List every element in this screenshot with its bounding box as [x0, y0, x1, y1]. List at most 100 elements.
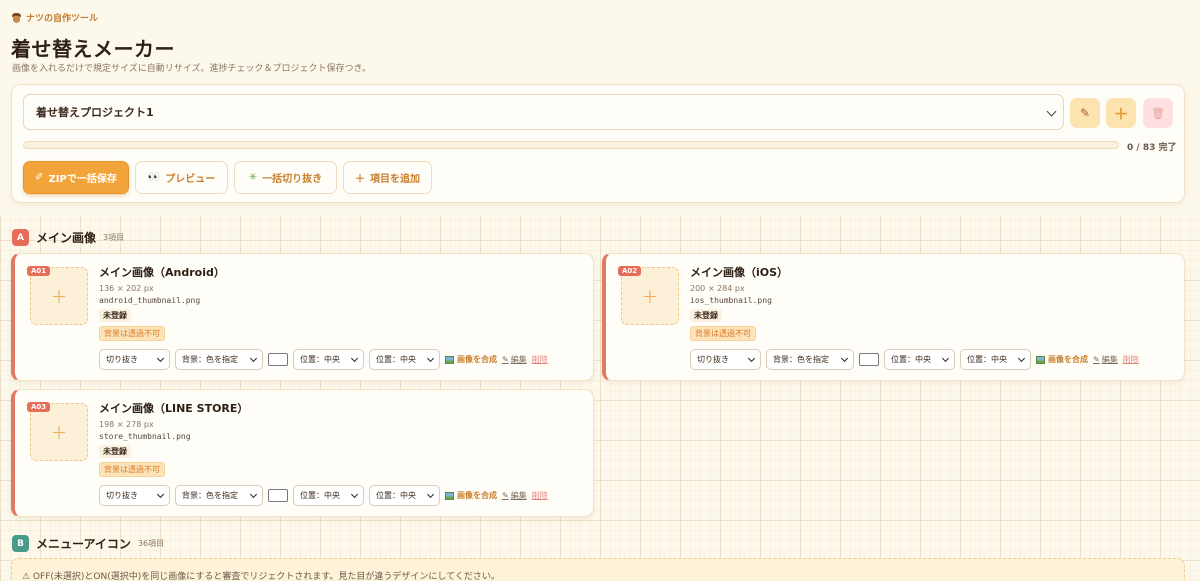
preview-label: プレビュー — [165, 174, 216, 185]
edit-link[interactable]: ✎ 編集 — [502, 354, 527, 365]
warning-badge: 背景は透過不可 — [99, 462, 165, 477]
compose-image-link[interactable]: 画像を合成 — [1036, 354, 1088, 365]
project-select-value: 着せ替えプロジェクト1 — [36, 106, 154, 119]
image-icon — [445, 355, 454, 364]
batch-crop-label: 一括切り抜き — [262, 174, 323, 185]
position-v-select[interactable]: 位置：中央 — [369, 485, 440, 506]
project-select[interactable]: 着せ替えプロジェクト1 — [23, 94, 1064, 130]
header-area: ナツの自作ツール 着せ替えメーカー 画像を入れるだけで規定サイズに自動リサイズ。… — [0, 0, 1200, 215]
image-icon — [1036, 355, 1045, 364]
pen-icon: ✐ — [35, 172, 44, 183]
delete-link[interactable]: 削除 — [1123, 354, 1139, 365]
item-card-a01: A01 + メイン画像（Android） 136 × 202 px androi… — [11, 253, 594, 381]
sparkle-icon: ✳ — [248, 172, 258, 183]
chevron-down-icon — [249, 354, 258, 363]
chevron-down-icon — [426, 490, 435, 499]
plus-icon: ＋ — [1113, 104, 1129, 123]
position-h-select[interactable]: 位置：中央 — [293, 485, 364, 506]
chevron-down-icon — [747, 354, 756, 363]
background-value: 背景：色を指定 — [773, 355, 829, 364]
position-h-select[interactable]: 位置：中央 — [884, 349, 955, 370]
item-id-badge: A02 — [618, 266, 642, 276]
page-title: 着せ替えメーカー — [11, 37, 175, 61]
background-select[interactable]: 背景：色を指定 — [175, 485, 263, 506]
chevron-down-icon — [350, 490, 359, 499]
crop-mode-value: 切り抜き — [697, 355, 729, 364]
position-h-select[interactable]: 位置：中央 — [293, 349, 364, 370]
chevron-down-icon — [156, 490, 165, 499]
edit-link[interactable]: ✎ 編集 — [502, 490, 527, 501]
background-color-picker[interactable] — [268, 353, 288, 366]
chevron-down-icon — [156, 354, 165, 363]
background-color-picker[interactable] — [859, 353, 879, 366]
background-color-picker[interactable] — [268, 489, 288, 502]
delete-project-button[interactable]: 🗑 — [1143, 98, 1173, 128]
position-v-value: 位置：中央 — [376, 491, 416, 500]
item-size: 200 × 284 px — [690, 284, 745, 293]
notice-banner: ⚠ OFF(未選択)とON(選択中)を同じ画像にすると審査でリジェクトされます。… — [11, 558, 1185, 581]
item-card-a02: A02 + メイン画像（iOS） 200 × 284 px ios_thumbn… — [602, 253, 1185, 381]
edit-label: 編集 — [510, 355, 527, 364]
section-badge: B — [12, 535, 29, 552]
compose-label: 画像を合成 — [1048, 355, 1088, 364]
section-count: 3項目 — [103, 233, 125, 242]
pencil-icon: ✎ — [502, 355, 509, 364]
compose-label: 画像を合成 — [457, 491, 497, 500]
compose-image-link[interactable]: 画像を合成 — [445, 354, 497, 365]
delete-link[interactable]: 削除 — [532, 354, 548, 365]
crop-mode-value: 切り抜き — [106, 491, 138, 500]
item-card-a03: A03 + メイン画像（LINE STORE） 198 × 278 px sto… — [11, 389, 594, 517]
plus-icon: ＋ — [355, 174, 365, 185]
item-id-badge: A01 — [27, 266, 51, 276]
edit-label: 編集 — [510, 491, 527, 500]
crop-mode-select[interactable]: 切り抜き — [690, 349, 761, 370]
preview-button[interactable]: 👀 プレビュー — [135, 161, 228, 194]
position-h-value: 位置：中央 — [891, 355, 931, 364]
plus-icon: + — [641, 284, 659, 308]
item-filename: ios_thumbnail.png — [690, 296, 772, 305]
item-name: メイン画像（iOS） — [690, 266, 789, 279]
position-h-value: 位置：中央 — [300, 491, 340, 500]
crop-mode-select[interactable]: 切り抜き — [99, 485, 170, 506]
add-item-label: 項目を追加 — [370, 174, 420, 185]
background-select[interactable]: 背景：色を指定 — [766, 349, 854, 370]
item-name: メイン画像（Android） — [99, 266, 225, 279]
brand: ナツの自作ツール — [12, 11, 98, 24]
progress-text: 0 / 83 完了 — [1127, 143, 1177, 153]
new-project-button[interactable]: ＋ — [1106, 98, 1136, 128]
position-v-select[interactable]: 位置：中央 — [960, 349, 1031, 370]
background-value: 背景：色を指定 — [182, 491, 238, 500]
warning-badge: 背景は透過不可 — [99, 326, 165, 341]
chevron-down-icon — [1046, 106, 1057, 117]
chevron-down-icon — [941, 354, 950, 363]
warning-badge: 背景は透過不可 — [690, 326, 756, 341]
batch-crop-button[interactable]: ✳ 一括切り抜き — [234, 161, 337, 194]
chevron-down-icon — [840, 354, 849, 363]
section-header-menu-icon: B メニューアイコン 36項目 — [12, 535, 164, 552]
crop-mode-select[interactable]: 切り抜き — [99, 349, 170, 370]
brand-name: ナツの自作ツール — [26, 14, 99, 24]
position-v-select[interactable]: 位置：中央 — [369, 349, 440, 370]
delete-link[interactable]: 削除 — [532, 490, 548, 501]
chevron-down-icon — [350, 354, 359, 363]
rename-project-button[interactable]: ✎ — [1070, 98, 1100, 128]
plus-icon: + — [50, 284, 68, 308]
section-badge: A — [12, 229, 29, 246]
position-v-value: 位置：中央 — [967, 355, 1007, 364]
progress-bar — [23, 141, 1119, 149]
item-id-badge: A03 — [27, 402, 51, 412]
page-subtitle: 画像を入れるだけで規定サイズに自動リサイズ。進捗チェック＆プロジェクト保存つき。 — [12, 64, 372, 74]
item-name: メイン画像（LINE STORE） — [99, 402, 249, 415]
edit-link[interactable]: ✎ 編集 — [1093, 354, 1118, 365]
chevron-down-icon — [249, 490, 258, 499]
compose-image-link[interactable]: 画像を合成 — [445, 490, 497, 501]
add-item-button[interactable]: ＋ 項目を追加 — [343, 161, 432, 194]
section-header-main-image: A メイン画像 3項目 — [12, 229, 124, 246]
pencil-icon: ✎ — [1093, 355, 1100, 364]
image-icon — [445, 491, 454, 500]
edit-label: 編集 — [1101, 355, 1118, 364]
chevron-down-icon — [426, 354, 435, 363]
zip-save-button[interactable]: ✐ ZIPで一括保存 — [23, 161, 129, 194]
compose-label: 画像を合成 — [457, 355, 497, 364]
background-select[interactable]: 背景：色を指定 — [175, 349, 263, 370]
